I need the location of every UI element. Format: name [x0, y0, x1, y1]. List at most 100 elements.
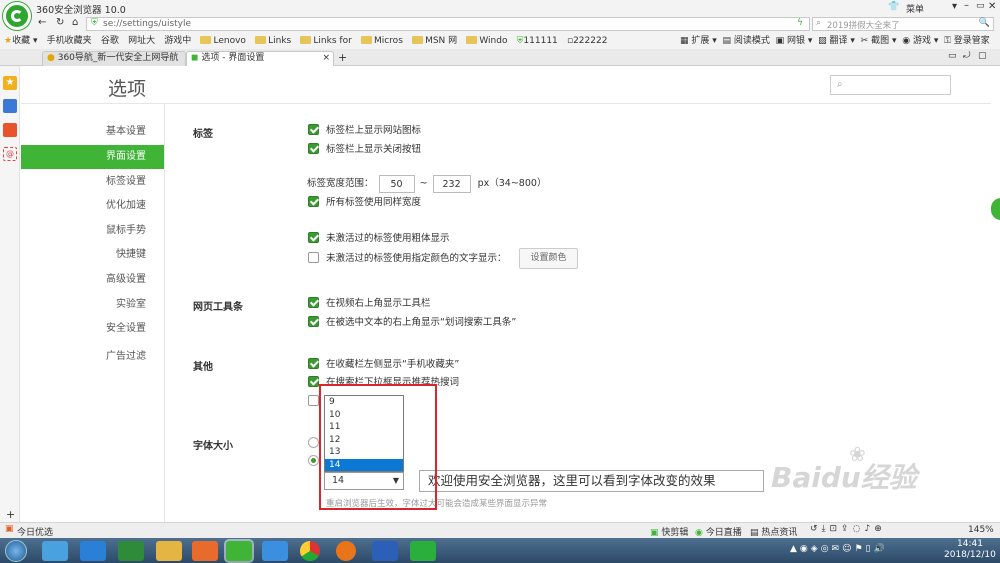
bank-button[interactable]: ▣ 网银 ▾: [776, 36, 813, 46]
fav-folder-micros[interactable]: Micros: [360, 33, 403, 49]
today-picks-icon: ▣: [5, 524, 14, 534]
checkbox-checked-icon[interactable]: [308, 143, 319, 154]
games-button[interactable]: ◉ 游戏 ▾: [902, 36, 938, 46]
width-separator: ~: [419, 178, 428, 189]
fav-item-222222[interactable]: ▫222222: [567, 33, 607, 49]
fav-folder-lenovo[interactable]: Lenovo: [200, 33, 246, 49]
sidebar-item-lab[interactable]: 实验室: [21, 293, 164, 317]
checkbox-checked-icon[interactable]: [308, 297, 319, 308]
checkbox-checked-icon[interactable]: [308, 376, 319, 387]
reading-list-icon[interactable]: [3, 99, 17, 113]
sidebar-item-basic[interactable]: 基本设置: [21, 120, 164, 144]
new-tab-button[interactable]: +: [338, 51, 347, 64]
fav-folder-links[interactable]: Links: [255, 33, 291, 49]
media-player-icon[interactable]: [192, 541, 218, 561]
login-manager-button[interactable]: ⚿ 登录管家: [944, 36, 990, 46]
checkbox-checked-icon[interactable]: [308, 316, 319, 327]
fav-folder-msn[interactable]: MSN 网: [412, 33, 457, 49]
radio-option-1[interactable]: [308, 437, 319, 448]
checkbox-unchecked-icon[interactable]: [308, 252, 319, 263]
tab-options[interactable]: ◼ 选项 - 界面设置 ×: [186, 51, 334, 66]
option-selection-toolbar[interactable]: 在被选中文本的右上角显示“划词搜索工具条”: [308, 316, 516, 330]
start-button-icon[interactable]: [5, 540, 27, 562]
hot-news-button[interactable]: ▤ 热点资讯: [750, 525, 797, 538]
maximize-icon[interactable]: ▭: [976, 1, 985, 11]
minimize-icon[interactable]: –: [964, 0, 969, 11]
option-phone-favorites[interactable]: 在收藏栏左侧显示“手机收藏夹”: [308, 358, 459, 372]
translate-button[interactable]: ▨ 翻译 ▾: [818, 36, 855, 46]
favorites-star-icon[interactable]: ★: [3, 76, 17, 90]
option-show-tab-icon[interactable]: 标签栏上显示网站图标: [308, 124, 421, 138]
extensions-button[interactable]: ▦ 扩展 ▾: [680, 36, 717, 46]
sidebar-item-adblock[interactable]: 广告过滤: [21, 345, 164, 369]
fav-item-site[interactable]: 网址大: [128, 33, 155, 49]
word-icon[interactable]: [372, 541, 398, 561]
fav-item-phone[interactable]: 手机收藏夹: [47, 33, 92, 49]
back-icon[interactable]: ←: [38, 17, 46, 28]
checkbox-checked-icon[interactable]: [308, 232, 319, 243]
360-browser-icon[interactable]: [226, 541, 252, 561]
file-explorer-icon[interactable]: [156, 541, 182, 561]
feedback-float-icon[interactable]: [991, 198, 1000, 220]
add-sidebar-icon[interactable]: +: [6, 508, 15, 521]
option-show-close-button[interactable]: 标签栏上显示关闭按钮: [308, 143, 421, 157]
option-video-toolbar[interactable]: 在视频右上角显示工具栏: [308, 297, 431, 311]
today-picks-label[interactable]: 今日优选: [17, 525, 53, 538]
option-color-inactive[interactable]: 未激活过的标签使用指定颜色的文字显示：: [308, 252, 507, 266]
baidu-netdisk-icon[interactable]: [262, 541, 288, 561]
360-guard-icon[interactable]: [42, 541, 68, 561]
settings-search-input[interactable]: ⌕: [830, 75, 951, 95]
quick-edit-button[interactable]: ▣ 快剪辑: [650, 525, 688, 538]
wechat-icon[interactable]: [410, 541, 436, 561]
sidebar-item-shortcuts[interactable]: 快捷键: [21, 243, 164, 267]
reader-mode-button[interactable]: ▤ 阅读模式: [723, 36, 770, 46]
sidebar-item-ui[interactable]: 界面设置: [21, 145, 164, 169]
tab-list-icon[interactable]: ▭: [948, 51, 957, 61]
restore-tab-icon[interactable]: ⤾: [963, 51, 971, 61]
checkbox-checked-icon[interactable]: [308, 358, 319, 369]
live-button[interactable]: ◉ 今日直播: [695, 525, 742, 538]
set-color-button[interactable]: 设置颜色: [519, 248, 578, 269]
sidebar-item-gestures[interactable]: 鼠标手势: [21, 219, 164, 243]
sidebar-item-security[interactable]: 安全设置: [21, 317, 164, 341]
search-submit-icon[interactable]: 🔍: [979, 18, 990, 28]
ie-icon[interactable]: [80, 541, 106, 561]
tab-menu-icon[interactable]: ▢: [978, 51, 987, 61]
minimize-button[interactable]: ▾: [952, 1, 957, 12]
option-bold-inactive[interactable]: 未激活过的标签使用粗体显示: [308, 232, 450, 246]
skin-icon[interactable]: 👕: [888, 2, 899, 12]
sidebar-item-speed[interactable]: 优化加速: [21, 194, 164, 218]
zoom-level[interactable]: 145%: [968, 525, 994, 535]
favorites-menu[interactable]: ★收藏 ▾: [4, 33, 37, 49]
checkbox-unchecked-icon[interactable]: [308, 395, 319, 406]
width-min-input[interactable]: 50: [378, 175, 415, 193]
fav-item-111111[interactable]: ⛨111111: [517, 33, 558, 49]
fav-folder-linksfor[interactable]: Links for: [300, 33, 352, 49]
fav-item-game[interactable]: 游戏中: [164, 33, 191, 49]
fav-item-google[interactable]: 谷歌: [101, 33, 119, 49]
width-max-input[interactable]: 232: [432, 175, 471, 193]
mail-icon[interactable]: @: [3, 147, 17, 161]
refresh-icon[interactable]: ↻: [56, 17, 64, 28]
menu-button[interactable]: 菜单: [906, 2, 924, 15]
tab-close-icon[interactable]: ×: [322, 52, 330, 65]
option-label: 标签栏上显示关闭按钮: [326, 144, 422, 155]
search-input[interactable]: ⌕ 2019拼假大全来了 🔍: [812, 17, 994, 31]
excel-icon[interactable]: [118, 541, 144, 561]
home-icon[interactable]: ⌂: [72, 17, 78, 28]
sidebar-item-advanced[interactable]: 高级设置: [21, 268, 164, 292]
chrome-icon[interactable]: [300, 541, 320, 561]
screenshot-button[interactable]: ✂ 截图 ▾: [861, 36, 897, 46]
sidebar-item-label: 安全设置: [106, 323, 146, 334]
firefox-icon[interactable]: [336, 541, 356, 561]
close-icon[interactable]: ✕: [988, 1, 996, 12]
address-input[interactable]: ⛨ se://settings/uistyle ϟ: [86, 17, 810, 31]
tab-360-nav[interactable]: ● 360导航_新一代安全上网导航: [42, 51, 186, 66]
option-same-width[interactable]: 所有标签使用同样宽度: [308, 196, 421, 210]
checkbox-checked-icon[interactable]: [308, 124, 319, 135]
radio-option-2[interactable]: [308, 455, 319, 466]
checkbox-checked-icon[interactable]: [308, 196, 319, 207]
weibo-icon[interactable]: [3, 123, 17, 137]
sidebar-item-tabs[interactable]: 标签设置: [21, 170, 164, 194]
fav-folder-windo[interactable]: Windo: [466, 33, 507, 49]
